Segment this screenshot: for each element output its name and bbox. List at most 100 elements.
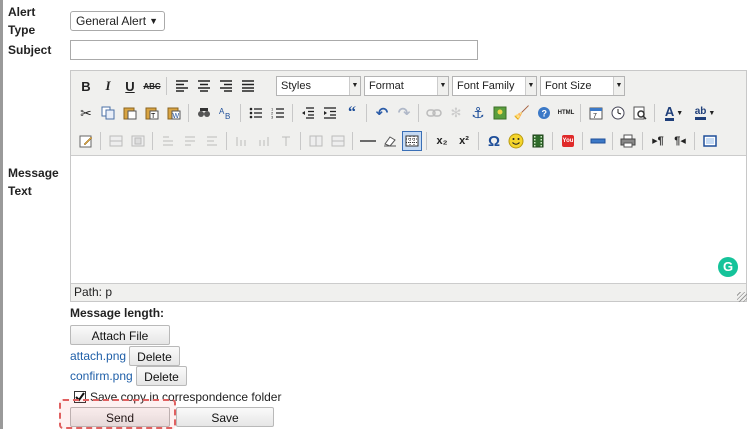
delete-attachment-1-button[interactable]: Delete	[129, 346, 180, 366]
styles-dropdown-label: Styles	[281, 80, 311, 92]
media-icon[interactable]	[528, 131, 548, 151]
rtl-arrow-icon: ◀	[680, 138, 686, 145]
alert-type-label-line2: Type	[8, 23, 36, 37]
merge-cells-icon[interactable]	[328, 131, 348, 151]
html-source-button[interactable]: HTML	[556, 103, 576, 123]
format-dropdown[interactable]: Format ▼	[364, 76, 449, 96]
remove-format-icon[interactable]	[380, 131, 400, 151]
align-right-icon[interactable]	[216, 76, 236, 96]
ltr-button[interactable]: ▶ ¶	[648, 131, 668, 151]
help-icon[interactable]: ?	[534, 103, 554, 123]
rtl-button[interactable]: ¶ ◀	[670, 131, 690, 151]
link-icon[interactable]	[424, 103, 444, 123]
insert-time-icon[interactable]	[608, 103, 628, 123]
horizontal-rule-icon[interactable]	[358, 131, 378, 151]
special-char-button[interactable]: Ω	[484, 131, 504, 151]
find-icon[interactable]	[194, 103, 214, 123]
chevron-down-icon: ▼	[708, 109, 716, 117]
numbered-list-icon[interactable]: 123	[268, 103, 288, 123]
delete-row-icon[interactable]	[202, 131, 222, 151]
chevron-down-icon: ▼	[437, 77, 448, 95]
youtube-icon[interactable]: You	[558, 131, 578, 151]
insert-col-after-icon[interactable]	[254, 131, 274, 151]
toolbar-separator	[642, 132, 643, 150]
insert-row-after-icon[interactable]	[180, 131, 200, 151]
font-color-button[interactable]: A ▼	[660, 103, 688, 123]
visual-aid-icon[interactable]	[402, 131, 422, 151]
superscript-button[interactable]: x²	[454, 131, 474, 151]
attachment-link-2[interactable]: confirm.png	[70, 367, 133, 385]
svg-text:?: ?	[542, 109, 548, 119]
send-highlight-annotation	[59, 399, 176, 429]
undo-icon[interactable]: ↶	[372, 103, 392, 123]
align-center-icon[interactable]	[194, 76, 214, 96]
svg-text:7: 7	[593, 113, 597, 120]
copy-icon[interactable]	[98, 103, 118, 123]
styles-dropdown[interactable]: Styles ▼	[276, 76, 361, 96]
message-label-line2: Text	[8, 184, 32, 198]
highlight-color-button[interactable]: ab ▼	[690, 103, 720, 123]
font-color-icon: A	[664, 103, 675, 121]
save-button[interactable]: Save	[176, 407, 274, 427]
chevron-down-icon: ▼	[149, 16, 158, 26]
subject-input[interactable]	[70, 40, 478, 60]
delete-col-icon[interactable]	[276, 131, 296, 151]
subscript-button[interactable]: x₂	[432, 131, 452, 151]
rich-text-editor: B I U ABC Styles ▼ Format ▼ Font Family …	[70, 70, 747, 302]
split-cells-icon[interactable]	[306, 131, 326, 151]
italic-button[interactable]: I	[98, 76, 118, 96]
message-length-label: Message length:	[70, 306, 165, 320]
insert-col-before-icon[interactable]	[232, 131, 252, 151]
svg-text:W: W	[173, 113, 180, 120]
table-row-props-icon[interactable]	[106, 131, 126, 151]
toolbar-separator	[580, 104, 581, 122]
font-size-dropdown[interactable]: Font Size ▼	[540, 76, 625, 96]
indent-icon[interactable]	[320, 103, 340, 123]
paste-text-icon[interactable]: T	[142, 103, 162, 123]
blockquote-button[interactable]: “	[342, 103, 362, 123]
cleanup-icon[interactable]: 🧹	[512, 103, 532, 123]
alert-type-label-line1: Alert	[8, 5, 36, 19]
attach-file-button[interactable]: Attach File	[70, 325, 170, 345]
attachment-link-1[interactable]: attach.png	[70, 347, 126, 365]
grammarly-icon[interactable]: G	[718, 257, 738, 277]
editor-resize-handle[interactable]	[737, 292, 747, 302]
paste-word-icon[interactable]: W	[164, 103, 184, 123]
align-justify-icon[interactable]	[238, 76, 258, 96]
preview-icon[interactable]	[630, 103, 650, 123]
table-cell-props-icon[interactable]	[128, 131, 148, 151]
print-icon[interactable]	[618, 131, 638, 151]
toolbar-separator	[478, 132, 479, 150]
font-family-dropdown[interactable]: Font Family ▼	[452, 76, 537, 96]
toolbar-separator	[152, 132, 153, 150]
redo-icon[interactable]: ↷	[394, 103, 414, 123]
toolbar-separator	[188, 104, 189, 122]
paste-icon[interactable]	[120, 103, 140, 123]
unlink-icon[interactable]: ✻	[446, 103, 466, 123]
outdent-icon[interactable]	[298, 103, 318, 123]
svg-text:B: B	[225, 112, 230, 120]
insert-row-before-icon[interactable]	[158, 131, 178, 151]
anchor-icon[interactable]: ⚓	[468, 103, 488, 123]
alert-type-label: Alert Type	[8, 3, 35, 39]
insert-date-icon[interactable]: 7	[586, 103, 606, 123]
image-icon[interactable]	[490, 103, 510, 123]
cut-icon[interactable]: ✂	[76, 103, 96, 123]
toolbar-separator	[352, 132, 353, 150]
format-dropdown-label: Format	[369, 80, 404, 92]
edit-css-icon[interactable]	[76, 131, 96, 151]
toolbar-separator	[100, 132, 101, 150]
delete-attachment-2-button[interactable]: Delete	[136, 366, 187, 386]
strikethrough-button[interactable]: ABC	[142, 76, 162, 96]
bold-button[interactable]: B	[76, 76, 96, 96]
underline-button[interactable]: U	[120, 76, 140, 96]
fullscreen-icon[interactable]	[700, 131, 720, 151]
toolbar-separator	[240, 104, 241, 122]
replace-icon[interactable]: AB	[216, 103, 236, 123]
bullet-list-icon[interactable]	[246, 103, 266, 123]
emoticon-icon[interactable]	[506, 131, 526, 151]
message-text-area[interactable]: G	[71, 157, 746, 283]
align-left-icon[interactable]	[172, 76, 192, 96]
nonbreaking-icon[interactable]	[588, 131, 608, 151]
alert-type-select[interactable]: General Alert ▼	[70, 11, 165, 31]
